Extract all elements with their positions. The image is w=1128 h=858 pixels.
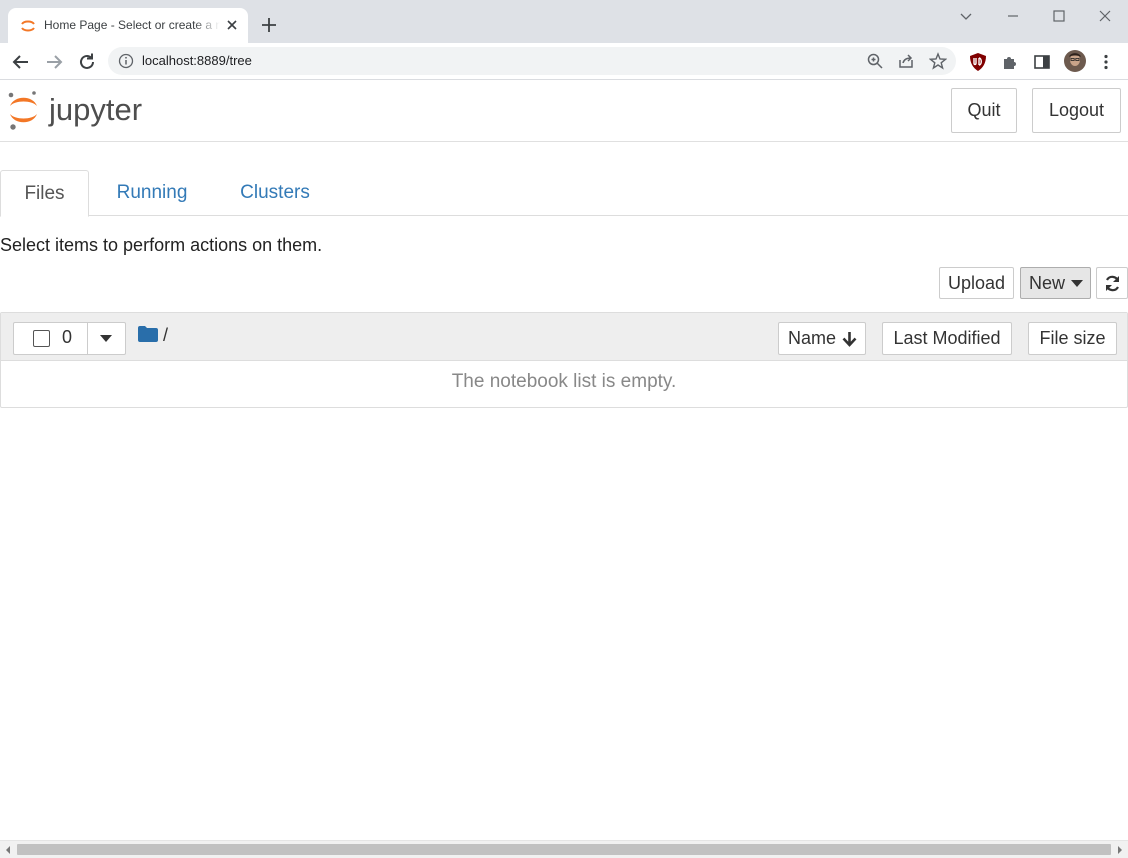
scroll-left-arrow-icon[interactable] — [4, 845, 12, 855]
back-arrow-icon[interactable] — [10, 51, 32, 73]
bookmark-star-icon[interactable] — [929, 52, 947, 70]
caret-down-icon — [1071, 280, 1083, 287]
extensions-puzzle-icon[interactable] — [1000, 52, 1020, 72]
select-all-control: 0 — [13, 322, 126, 355]
share-icon[interactable] — [897, 52, 915, 70]
close-tab-icon[interactable] — [224, 17, 240, 33]
refresh-icon — [1105, 275, 1120, 292]
refresh-button[interactable] — [1096, 267, 1128, 299]
browser-menu-icon[interactable] — [1096, 52, 1116, 72]
notebook-list-header: 0 / Name Last Modified File size — [1, 313, 1127, 361]
quit-button[interactable]: Quit — [951, 88, 1017, 133]
browser-tabstrip: Home Page - Select or create a notebook — [0, 0, 1128, 43]
empty-list-message: The notebook list is empty. — [451, 371, 677, 392]
tab-search-icon[interactable] — [956, 6, 976, 26]
name-column-label: Name — [788, 328, 837, 348]
side-panel-icon[interactable] — [1032, 52, 1052, 72]
forward-arrow-icon[interactable] — [43, 51, 65, 73]
minimize-icon[interactable] — [1003, 6, 1023, 26]
reload-icon[interactable] — [76, 51, 98, 73]
divider — [87, 323, 88, 354]
address-bar[interactable]: localhost:8889/tree — [108, 47, 956, 75]
new-button-label: New — [1029, 273, 1066, 293]
selection-hint: Select items to perform actions on them. — [0, 235, 323, 255]
maximize-icon[interactable] — [1049, 6, 1069, 26]
ublock-origin-icon[interactable] — [968, 52, 988, 72]
dashboard-tabs: Files Running Clusters — [0, 170, 1128, 217]
sort-by-name-button[interactable]: Name — [778, 322, 866, 355]
breadcrumb[interactable]: / — [163, 325, 168, 346]
profile-avatar-icon[interactable] — [1063, 49, 1087, 73]
sort-by-last-modified-button[interactable]: Last Modified — [882, 322, 1012, 355]
selection-menu-caret-icon[interactable] — [100, 335, 112, 343]
jupyter-favicon-icon — [21, 20, 35, 32]
scroll-right-arrow-icon[interactable] — [1116, 845, 1124, 855]
browser-toolbar: localhost:8889/tree — [0, 43, 1128, 80]
tab-clusters[interactable]: Clusters — [225, 170, 325, 216]
logout-button[interactable]: Logout — [1032, 88, 1121, 133]
select-all-checkbox[interactable] — [33, 330, 50, 347]
selected-count: 0 — [62, 327, 73, 347]
horizontal-scrollbar[interactable] — [0, 840, 1128, 858]
jupyter-logo-text: jupyter — [48, 92, 142, 127]
jupyter-header: jupyter Quit Logout — [0, 80, 1128, 142]
browser-tab-title: Home Page - Select or create a notebook — [44, 18, 220, 32]
site-info-icon[interactable] — [118, 53, 134, 69]
close-window-icon[interactable] — [1095, 6, 1115, 26]
folder-icon[interactable] — [138, 326, 158, 342]
url-text: localhost:8889/tree — [142, 53, 252, 68]
zoom-icon[interactable] — [866, 52, 884, 70]
tab-running[interactable]: Running — [99, 170, 205, 216]
upload-button[interactable]: Upload — [939, 267, 1014, 299]
notebook-list-panel: 0 / Name Last Modified File size The not… — [0, 312, 1128, 408]
new-dropdown-button[interactable]: New — [1020, 267, 1091, 299]
new-tab-icon[interactable] — [259, 15, 279, 35]
scrollbar-thumb[interactable] — [17, 844, 1111, 855]
jupyter-logo[interactable]: jupyter — [7, 88, 167, 132]
browser-tab[interactable]: Home Page - Select or create a notebook — [8, 8, 248, 43]
sort-by-file-size-button[interactable]: File size — [1028, 322, 1117, 355]
tab-files[interactable]: Files — [0, 170, 89, 217]
arrow-down-icon — [842, 332, 857, 347]
